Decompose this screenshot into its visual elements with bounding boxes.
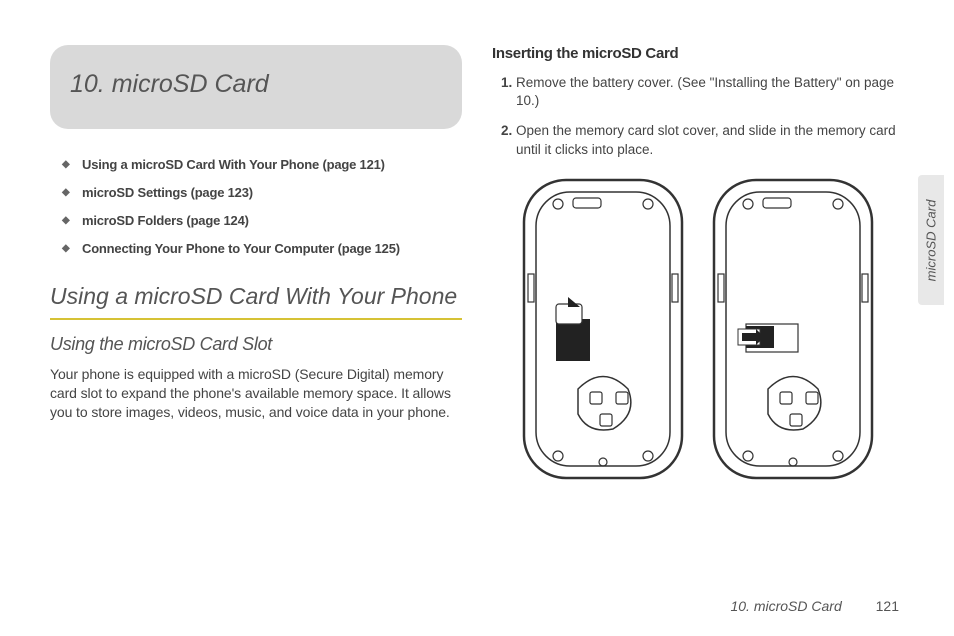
toc-item: microSD Folders (page 124) [62,213,462,230]
side-tab-label: microSD Card [924,199,939,281]
subsection-heading: Using the microSD Card Slot [50,334,462,355]
right-subheading: Inserting the microSD Card [492,45,904,62]
toc-item: Using a microSD Card With Your Phone (pa… [62,157,462,174]
chapter-title: 10. microSD Card [70,70,442,99]
table-of-contents: Using a microSD Card With Your Phone (pa… [50,157,462,258]
footer-page-number: 121 [876,598,899,614]
toc-item: Connecting Your Phone to Your Computer (… [62,241,462,258]
illustration-row [492,174,904,484]
section-heading: Using a microSD Card With Your Phone [50,283,462,311]
section-rule [50,318,462,320]
body-paragraph: Your phone is equipped with a microSD (S… [50,365,462,422]
step-item: Open the memory card slot cover, and sli… [516,122,904,158]
phone-back-illustration-insert [708,174,878,484]
page-footer: 10. microSD Card 121 [730,598,899,614]
footer-chapter: 10. microSD Card [730,598,841,614]
step-list: Remove the battery cover. (See "Installi… [492,74,904,159]
toc-item: microSD Settings (page 123) [62,185,462,202]
chapter-title-box: 10. microSD Card [50,45,462,129]
phone-back-illustration-closed [518,174,688,484]
side-tab: microSD Card [918,175,944,305]
step-item: Remove the battery cover. (See "Installi… [516,74,904,110]
